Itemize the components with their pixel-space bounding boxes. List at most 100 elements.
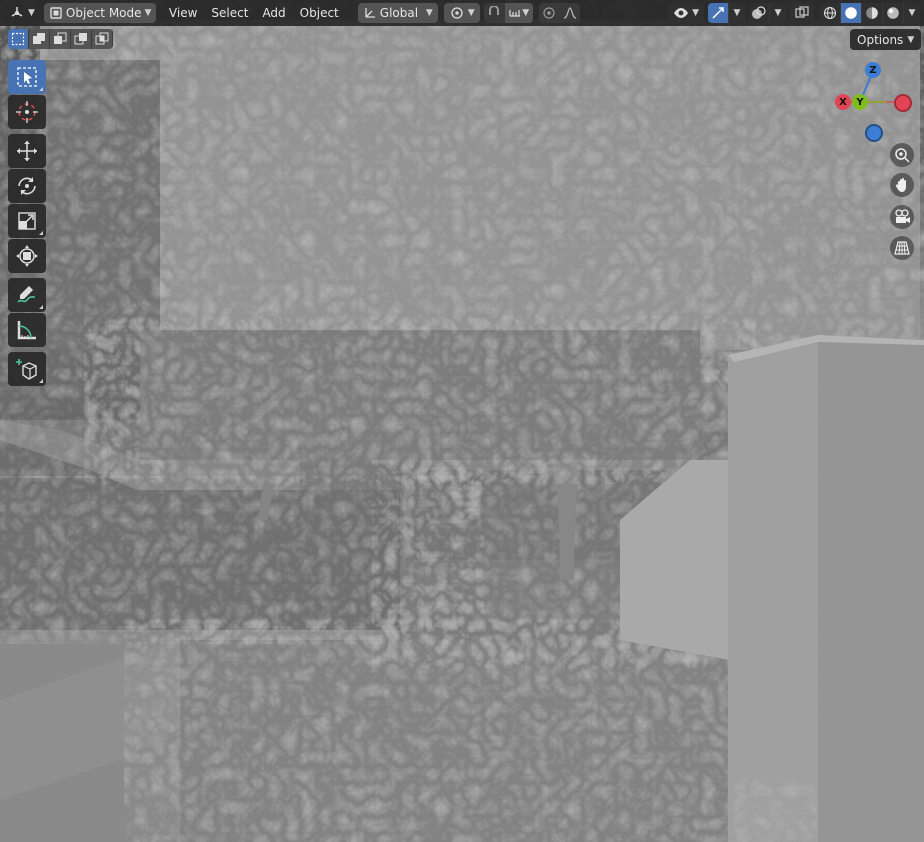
select-extend-icon — [32, 32, 46, 46]
overlay-group: ▼ — [749, 3, 786, 23]
shading-material-button[interactable] — [862, 3, 883, 23]
menu-object[interactable]: Object — [293, 3, 346, 23]
3d-viewport[interactable] — [0, 0, 924, 842]
add-cube-icon — [15, 357, 39, 381]
gizmo-x-label: X — [839, 96, 847, 108]
menu-view[interactable]: View — [162, 3, 204, 23]
proportional-edit-icon — [542, 6, 556, 20]
rendered-shading-icon — [886, 6, 900, 20]
gizmo-toggle[interactable] — [708, 3, 729, 23]
chevron-down-icon: ▼ — [522, 8, 530, 18]
shading-rendered-button[interactable] — [883, 3, 904, 23]
chevron-down-icon: ▼ — [908, 8, 916, 18]
select-intersect-icon — [95, 32, 109, 46]
gizmo-y-label: Y — [856, 96, 864, 108]
shading-solid-button[interactable] — [841, 3, 862, 23]
header-menus: View Select Add Object — [162, 3, 346, 23]
orientation-dropdown[interactable]: Global ▼ — [357, 3, 438, 23]
hand-icon — [894, 177, 910, 193]
gizmo-y-axis[interactable]: Y — [852, 94, 868, 110]
object-mode-icon — [49, 6, 63, 20]
snap-target-dropdown[interactable]: ▼ — [504, 3, 533, 23]
snap-group: ▼ — [483, 3, 533, 23]
xray-icon — [795, 6, 809, 20]
overlay-icon — [751, 5, 767, 21]
chevron-down-icon: ▼ — [774, 8, 782, 18]
tool-rotate[interactable] — [8, 169, 46, 203]
visibility-dropdown[interactable]: ▼ — [668, 3, 704, 23]
chevron-down-icon: ▼ — [425, 8, 433, 18]
gizmo-z-axis[interactable]: Z — [865, 62, 881, 78]
mode-label: Object Mode — [65, 6, 142, 20]
overlay-toggle[interactable] — [749, 3, 770, 23]
zoom-icon — [894, 147, 910, 163]
overlay-dropdown[interactable]: ▼ — [770, 3, 786, 23]
camera-view-button[interactable] — [890, 205, 914, 229]
select-mode-intersect-button[interactable] — [92, 29, 113, 49]
perspective-toggle-button[interactable] — [890, 236, 914, 260]
chevron-down-icon: ▼ — [144, 8, 152, 18]
options-dropdown[interactable]: Options ▼ — [850, 29, 922, 50]
select-subtract-icon — [53, 32, 67, 46]
select-box-icon — [11, 32, 25, 46]
mode-dropdown[interactable]: Object Mode ▼ — [43, 3, 156, 23]
select-mode-extend-button[interactable] — [29, 29, 50, 49]
falloff-dropdown[interactable] — [559, 3, 580, 23]
snap-increment-icon — [508, 6, 522, 20]
select-mode-invert-button[interactable] — [71, 29, 92, 49]
select-mode-subtract-button[interactable] — [50, 29, 71, 49]
transform-icon — [15, 244, 39, 268]
chevron-down-icon: ▼ — [467, 8, 475, 18]
tool-cursor[interactable] — [8, 95, 46, 129]
tool-add-cube[interactable] — [8, 352, 46, 386]
gizmo-neg-x-axis[interactable] — [894, 94, 912, 112]
tool-measure[interactable] — [8, 313, 46, 347]
gizmo-z-label: Z — [869, 64, 877, 76]
menu-select[interactable]: Select — [204, 3, 255, 23]
shading-group: ▼ — [820, 3, 920, 23]
select-mode-new-button[interactable] — [8, 29, 29, 49]
grid-icon — [894, 240, 910, 256]
zoom-button[interactable] — [890, 143, 914, 167]
orientation-label: Global — [379, 6, 419, 20]
xray-toggle[interactable] — [790, 3, 814, 23]
tool-select-box[interactable] — [8, 60, 46, 94]
measure-icon — [15, 318, 39, 342]
viewport-header: ▼ Object Mode ▼ View Select Add Object G… — [0, 0, 924, 26]
tool-scale[interactable] — [8, 204, 46, 238]
chevron-down-icon: ▼ — [907, 34, 915, 45]
select-invert-icon — [74, 32, 88, 46]
editor-type-button[interactable]: ▼ — [4, 3, 40, 23]
shading-wireframe-button[interactable] — [820, 3, 841, 23]
shading-dropdown[interactable]: ▼ — [904, 3, 920, 23]
solid-shading-icon — [844, 6, 858, 20]
navigation-gizmo[interactable]: Z X Y — [830, 58, 920, 148]
blender-window: ▼ Object Mode ▼ View Select Add Object G… — [0, 0, 924, 842]
cursor-icon — [15, 100, 39, 124]
camera-icon — [893, 209, 911, 225]
pivot-icon — [449, 5, 465, 21]
scale-icon — [16, 210, 38, 232]
orientation-icon — [363, 6, 377, 20]
pivot-dropdown[interactable]: ▼ — [443, 3, 480, 23]
snap-icon — [487, 6, 501, 20]
proportional-edit-toggle[interactable] — [538, 3, 560, 23]
scene-render — [0, 0, 924, 842]
tool-annotate[interactable] — [8, 278, 46, 312]
snap-toggle[interactable] — [483, 3, 505, 23]
chevron-down-icon: ▼ — [733, 8, 741, 18]
gizmo-neg-z-axis[interactable] — [865, 124, 883, 142]
move-icon — [15, 139, 39, 163]
annotate-icon — [15, 283, 39, 307]
pan-button[interactable] — [890, 173, 914, 197]
tool-move[interactable] — [8, 134, 46, 168]
eye-icon — [673, 6, 689, 20]
options-label: Options — [857, 32, 904, 47]
gizmo-dropdown[interactable]: ▼ — [729, 3, 745, 23]
toolbar — [8, 60, 48, 387]
gizmo-x-axis[interactable]: X — [835, 94, 851, 110]
menu-add[interactable]: Add — [255, 3, 292, 23]
chevron-down-icon: ▼ — [28, 8, 35, 18]
chevron-down-icon: ▼ — [692, 8, 699, 18]
tool-transform[interactable] — [8, 239, 46, 273]
